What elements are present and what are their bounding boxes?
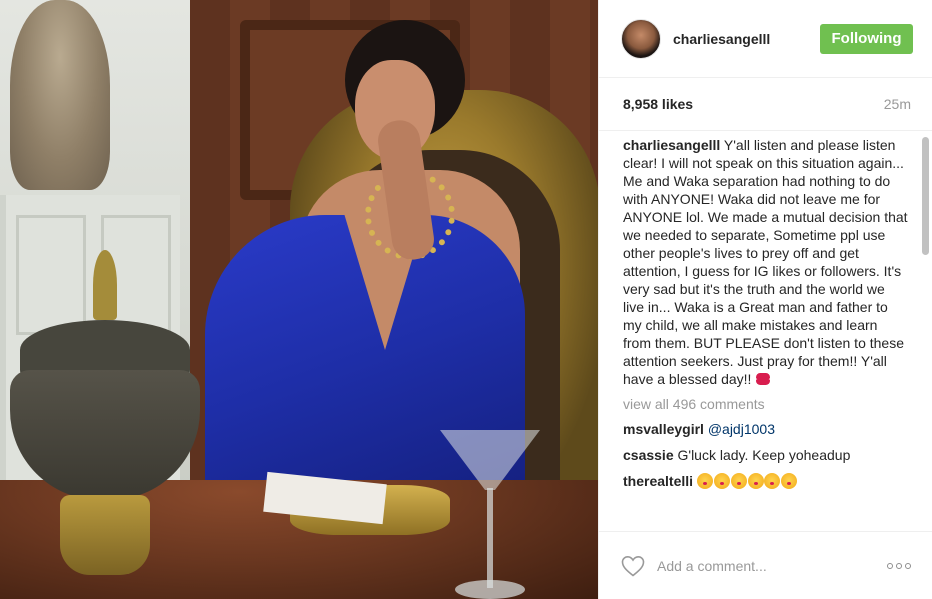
likes-count[interactable]: 8,958 likes (623, 96, 884, 112)
comment-username[interactable]: csassie (623, 447, 674, 463)
comment-username[interactable]: therealtelli (623, 473, 693, 489)
dot-icon (896, 562, 902, 569)
photo-martini-glass (440, 430, 540, 599)
photo-urn (0, 250, 230, 590)
photo-urn-base (60, 495, 150, 575)
add-comment-bar (599, 531, 932, 599)
caption-text: Y'all listen and please listen clear! I … (623, 137, 908, 387)
kissing-face-icon (764, 473, 781, 489)
comments-list[interactable]: charliesangelll Y'all listen and please … (599, 131, 932, 529)
post-photo[interactable] (0, 0, 598, 599)
instagram-post: charliesangelll Following 8,958 likes 25… (0, 0, 932, 599)
kissing-face-icon (730, 473, 747, 489)
dot-icon (887, 562, 893, 569)
photo-bust-statue (10, 0, 110, 190)
heart-icon[interactable] (621, 555, 645, 577)
post-caption: charliesangelll Y'all listen and please … (623, 136, 909, 388)
photo-urn-knob (93, 250, 117, 320)
kissing-face-icon (696, 473, 713, 489)
kissing-face-icon (781, 473, 798, 489)
avatar[interactable] (621, 18, 661, 59)
post-time[interactable]: 25m (884, 96, 911, 112)
more-options-icon[interactable] (887, 559, 911, 573)
comment-emoji-row (696, 473, 798, 489)
comment-item: therealtelli (623, 472, 909, 490)
comment-item: msvalleygirl @ajdj1003 (623, 420, 909, 438)
post-stats: 8,958 likes 25m (599, 78, 932, 131)
post-side-panel: charliesangelll Following 8,958 likes 25… (598, 0, 932, 599)
view-all-comments-link[interactable]: view all 496 comments (623, 396, 909, 412)
kiss-mark-icon (755, 373, 771, 385)
following-button[interactable]: Following (820, 23, 913, 54)
photo-glass-cup (440, 430, 540, 490)
comments-scrollbar[interactable] (922, 137, 929, 255)
photo-glass-foot (455, 580, 525, 599)
caption-username[interactable]: charliesangelll (623, 137, 720, 153)
comment-mention[interactable]: @ajdj1003 (708, 421, 775, 437)
comment-item: csassie G'luck lady. Keep yoheadup (623, 446, 909, 464)
post-header: charliesangelll Following (599, 0, 932, 78)
comment-text: G'luck lady. Keep yoheadup (677, 447, 851, 463)
dot-icon (905, 562, 911, 569)
comment-username[interactable]: msvalleygirl (623, 421, 704, 437)
kissing-face-icon (713, 473, 730, 489)
photo-glass-stem (487, 488, 493, 588)
kissing-face-icon (747, 473, 764, 489)
photo-urn-bowl (10, 370, 200, 500)
post-username[interactable]: charliesangelll (673, 31, 820, 47)
comment-input[interactable] (657, 557, 887, 574)
